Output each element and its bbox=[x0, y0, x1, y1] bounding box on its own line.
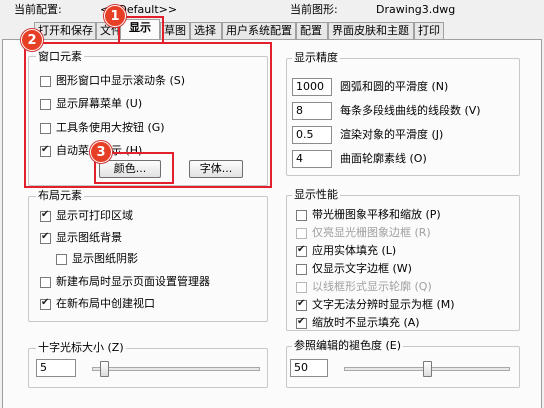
current-profile-label: 当前配置: bbox=[14, 3, 62, 16]
no-fill-on-zoom-label: 缩放时不显示填充 (A) bbox=[312, 316, 420, 329]
crosshair-size-title: 十字光标大小 (Z) bbox=[36, 341, 126, 355]
tab-skin-theme[interactable]: 界面皮肤和主题 bbox=[328, 22, 414, 40]
xref-fade-input[interactable]: 50 bbox=[290, 359, 328, 377]
tab-drafting[interactable]: 草图 bbox=[160, 22, 190, 40]
create-viewport-label: 在新布局中创建视口 bbox=[56, 297, 155, 310]
paper-background-label: 显示图纸背景 bbox=[56, 231, 122, 244]
crosshair-size-slider-thumb[interactable] bbox=[99, 361, 109, 377]
raster-frame-checkbox[interactable] bbox=[296, 228, 307, 239]
raster-pan-zoom-checkbox[interactable] bbox=[296, 210, 307, 221]
polyline-segments-label: 每条多段线曲线的线段数 (V) bbox=[340, 104, 481, 117]
contour-lines-label: 曲面轮廓素线 (O) bbox=[340, 152, 427, 165]
raster-pan-zoom-label: 带光栅图象平移和缩放 (P) bbox=[312, 208, 441, 221]
rendered-smoothness-label: 渲染对象的平滑度 (J) bbox=[340, 128, 444, 141]
display-performance-title: 显示性能 bbox=[292, 188, 340, 202]
printable-area-checkbox[interactable] bbox=[40, 209, 51, 222]
rendered-smoothness-input[interactable]: 0.5 bbox=[292, 126, 332, 144]
tab-plot[interactable]: 打印 bbox=[414, 22, 444, 40]
layout-elements-title: 布局元素 bbox=[36, 189, 84, 203]
xref-fade-title: 参照编辑的褪色度 (E) bbox=[292, 339, 404, 353]
tab-profiles[interactable]: 配置 bbox=[296, 22, 328, 40]
text-as-box-label: 文字无法分辨时显示为框 (M) bbox=[312, 298, 455, 311]
step-2-badge: 2 bbox=[21, 29, 43, 51]
tab-user-preferences[interactable]: 用户系统配置 bbox=[222, 22, 296, 40]
printable-area-label: 显示可打印区域 bbox=[56, 209, 133, 222]
text-boundary-label: 仅显示文字边框 (W) bbox=[312, 262, 412, 275]
paper-shadow-checkbox[interactable] bbox=[56, 254, 67, 265]
tab-strip: 打开和保存 文件 显示 草图 选择 用户系统配置 配置 界面皮肤和主题 打印 bbox=[0, 19, 544, 40]
create-viewport-checkbox[interactable] bbox=[40, 297, 51, 310]
paper-shadow-label: 显示图纸阴影 bbox=[72, 252, 138, 265]
wireframe-silhouette-checkbox[interactable] bbox=[296, 282, 307, 293]
text-boundary-checkbox[interactable] bbox=[296, 264, 307, 275]
arc-smoothness-label: 圆弧和圆的平滑度 (N) bbox=[340, 80, 449, 93]
no-fill-on-zoom-checkbox[interactable] bbox=[296, 316, 307, 329]
step-3-badge: 3 bbox=[90, 141, 112, 163]
display-precision-title: 显示精度 bbox=[292, 51, 340, 65]
contour-lines-input[interactable]: 4 bbox=[292, 150, 332, 168]
crosshair-size-input[interactable]: 5 bbox=[36, 359, 76, 377]
solid-fill-checkbox[interactable] bbox=[296, 244, 307, 257]
solid-fill-label: 应用实体填充 (L) bbox=[312, 244, 397, 257]
wireframe-silhouette-label: 以线框形式显示轮廓 (Q) bbox=[312, 280, 432, 293]
current-drawing-label: 当前图形: bbox=[290, 3, 338, 16]
current-drawing-value: Drawing3.dwg bbox=[376, 3, 456, 16]
xref-fade-slider-thumb[interactable] bbox=[422, 361, 432, 377]
header-bar: 当前配置: <<Default>> 当前图形: Drawing3.dwg bbox=[0, 0, 544, 22]
tab-selection[interactable]: 选择 bbox=[190, 22, 222, 40]
page-setup-manager-checkbox[interactable] bbox=[40, 277, 51, 288]
tab-open-save[interactable]: 打开和保存 bbox=[34, 22, 96, 40]
paper-background-checkbox[interactable] bbox=[40, 231, 51, 244]
raster-frame-label: 仅亮显光栅图象边框 (R) bbox=[312, 226, 431, 239]
crosshair-size-slider-track[interactable] bbox=[92, 367, 260, 371]
polyline-segments-input[interactable]: 8 bbox=[292, 102, 332, 120]
arc-smoothness-input[interactable]: 1000 bbox=[292, 78, 332, 96]
step-1-badge: 1 bbox=[104, 5, 126, 27]
text-as-box-checkbox[interactable] bbox=[296, 298, 307, 311]
page-setup-manager-label: 新建布局时显示页面设置管理器 bbox=[56, 275, 210, 288]
